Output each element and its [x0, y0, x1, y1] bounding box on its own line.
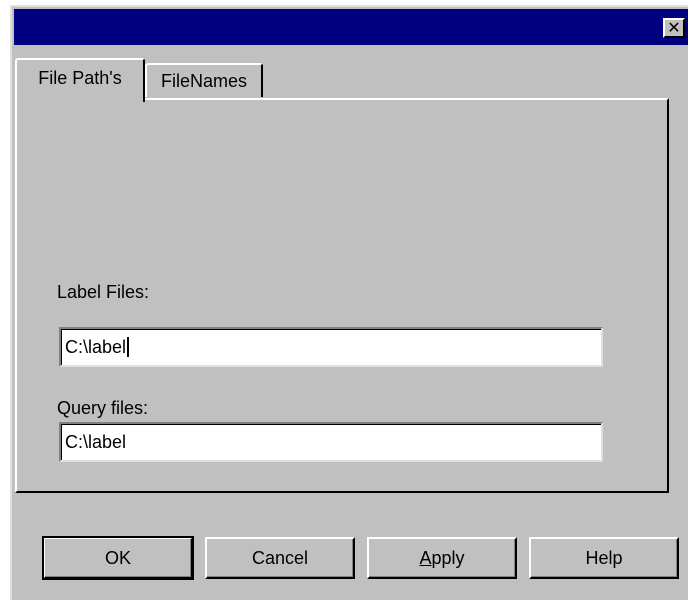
apply-button-label: Apply [419, 548, 464, 569]
title-bar[interactable]: ✕ [14, 9, 688, 45]
tab-label: File Path's [38, 67, 122, 88]
ok-button-label: OK [104, 547, 131, 568]
tab-filenames[interactable]: FileNames [145, 63, 263, 97]
help-button-label: Help [585, 547, 623, 568]
tab-panel: Label Files: C:\label Query files: C:\la… [15, 98, 669, 493]
help-button[interactable]: Help [529, 537, 679, 579]
text-caret [127, 337, 130, 357]
query-files-label: Query files: [57, 398, 149, 418]
tab-label: FileNames [160, 70, 248, 91]
label-files-input[interactable]: C:\label [59, 327, 603, 367]
apply-mnemonic: A [419, 547, 432, 568]
label-files-label: Label Files: [57, 282, 150, 302]
cancel-button-label: Cancel [251, 547, 309, 568]
query-files-value: C:\label [65, 431, 127, 452]
tab-file-paths[interactable]: File Path's [15, 58, 145, 102]
close-button[interactable]: ✕ [663, 18, 685, 38]
apply-button[interactable]: Apply [367, 537, 517, 579]
query-files-input[interactable]: C:\label [59, 422, 603, 462]
close-icon: ✕ [667, 18, 681, 37]
cancel-button[interactable]: Cancel [205, 537, 355, 579]
ok-button[interactable]: OK [42, 536, 194, 580]
apply-rest: pply [431, 547, 465, 568]
label-files-value: C:\label [65, 336, 127, 357]
